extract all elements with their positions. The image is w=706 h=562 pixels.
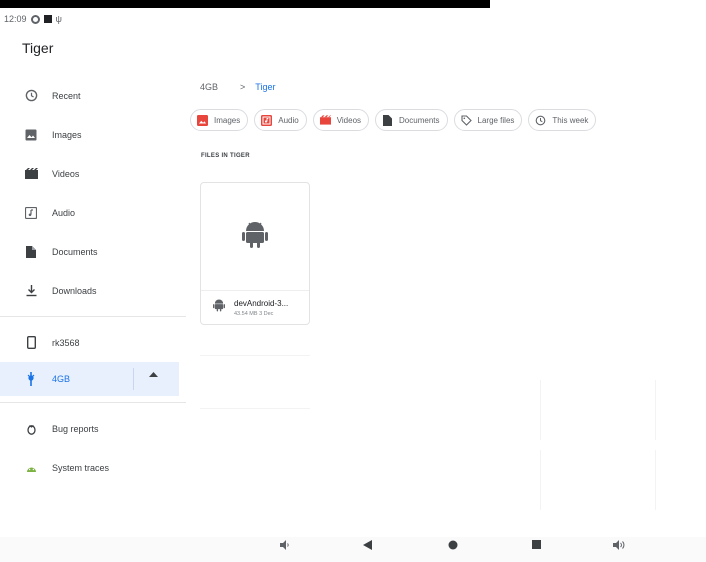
drawer-item-documents[interactable]: Documents <box>0 232 186 271</box>
audio-icon <box>261 114 273 126</box>
file-card[interactable]: devAndroid-3... 43.54 MB 3 Dec <box>200 182 310 325</box>
tag-icon <box>460 114 472 126</box>
app-title: Tiger <box>22 40 54 56</box>
eject-icon[interactable] <box>149 371 158 381</box>
file-meta: devAndroid-3... 43.54 MB 3 Dec <box>201 291 309 317</box>
drawer-item-downloads[interactable]: Downloads <box>0 271 186 310</box>
drawer-item-label: Audio <box>52 207 76 218</box>
eject-divider <box>133 368 134 390</box>
ghost-line <box>540 450 541 510</box>
drawer-item-rk3568[interactable]: rk3568 <box>0 323 186 362</box>
drawer-item-4gb[interactable]: 4GB <box>0 362 179 396</box>
download-icon <box>24 284 38 298</box>
recents-icon[interactable] <box>532 540 541 552</box>
drawer-item-label: Bug reports <box>52 423 99 434</box>
drawer-item-system-traces[interactable]: System traces <box>0 448 186 487</box>
drawer-divider <box>0 402 186 403</box>
breadcrumb-current[interactable]: Tiger <box>255 82 275 92</box>
sync-icon <box>30 14 40 24</box>
status-time: 12:09 <box>4 14 27 24</box>
home-icon[interactable] <box>448 540 458 553</box>
chip-label: Images <box>214 115 241 125</box>
drawer-item-label: Images <box>52 129 82 140</box>
chip-audio[interactable]: Audio <box>254 109 307 131</box>
drawer-item-label: System traces <box>52 462 110 473</box>
drawer-item-label: Documents <box>52 246 98 257</box>
chip-documents[interactable]: Documents <box>375 109 448 131</box>
file-thumbnail <box>201 183 309 291</box>
usb-status-icon: ψ <box>55 14 62 24</box>
android-icon <box>242 220 268 253</box>
system-nav-bar <box>0 537 706 562</box>
back-icon[interactable] <box>363 540 372 553</box>
file-details: 43.54 MB 3 Dec <box>234 310 274 317</box>
drawer-item-audio[interactable]: Audio <box>0 193 186 232</box>
usb-icon <box>24 372 38 386</box>
navigation-drawer: Recent Images Videos Audio Documents Dow… <box>0 76 186 487</box>
chip-label: This week <box>552 115 589 125</box>
status-bar: 12:09 ψ <box>0 9 706 29</box>
ghost-line <box>655 450 656 510</box>
history-icon <box>535 115 546 126</box>
ghost-line <box>200 408 310 409</box>
breadcrumb: 4GB > Tiger <box>200 82 275 92</box>
android-icon <box>24 461 38 475</box>
chip-label: Audio <box>278 115 299 125</box>
volume-down-icon[interactable] <box>280 540 291 553</box>
chip-label: Videos <box>336 115 362 125</box>
movie-icon <box>24 167 38 181</box>
chip-videos[interactable]: Videos <box>312 109 370 131</box>
image-icon <box>197 114 208 126</box>
chip-large-files[interactable]: Large files <box>453 109 523 131</box>
drawer-item-label: 4GB <box>52 374 71 384</box>
clock-icon <box>24 89 38 103</box>
audio-icon <box>24 206 38 220</box>
breadcrumb-separator: > <box>240 82 246 92</box>
drawer-item-recent[interactable]: Recent <box>0 76 186 115</box>
filter-chips: Images Audio Videos Documents Large file… <box>190 109 597 131</box>
movie-icon <box>319 115 331 126</box>
drawer-item-label: rk3568 <box>52 337 80 348</box>
drawer-item-images[interactable]: Images <box>0 115 186 154</box>
drawer-divider <box>0 316 186 317</box>
breadcrumb-root[interactable]: 4GB <box>200 82 218 92</box>
section-label: FILES IN TIGER <box>201 153 250 159</box>
phone-icon <box>24 336 38 350</box>
chip-label: Large files <box>477 115 515 125</box>
drawer-item-bug-reports[interactable]: Bug reports <box>0 409 186 448</box>
bug-report-icon <box>24 422 38 436</box>
drawer-item-videos[interactable]: Videos <box>0 154 186 193</box>
android-icon <box>213 298 225 317</box>
drawer-item-label: Recent <box>52 90 81 101</box>
document-icon <box>24 245 38 259</box>
chip-this-week[interactable]: This week <box>528 109 597 131</box>
drawer-item-label: Videos <box>52 168 80 179</box>
chip-images[interactable]: Images <box>190 109 249 131</box>
stop-icon <box>43 15 52 23</box>
chip-label: Documents <box>399 115 440 125</box>
document-icon <box>382 114 393 126</box>
image-icon <box>24 128 38 142</box>
top-black-bar <box>0 0 490 8</box>
ghost-line <box>200 355 310 356</box>
file-name: devAndroid-3... <box>234 298 289 308</box>
ghost-line <box>655 380 656 440</box>
drawer-item-label: Downloads <box>52 285 97 296</box>
volume-up-icon[interactable] <box>613 540 626 553</box>
ghost-line <box>540 380 541 440</box>
